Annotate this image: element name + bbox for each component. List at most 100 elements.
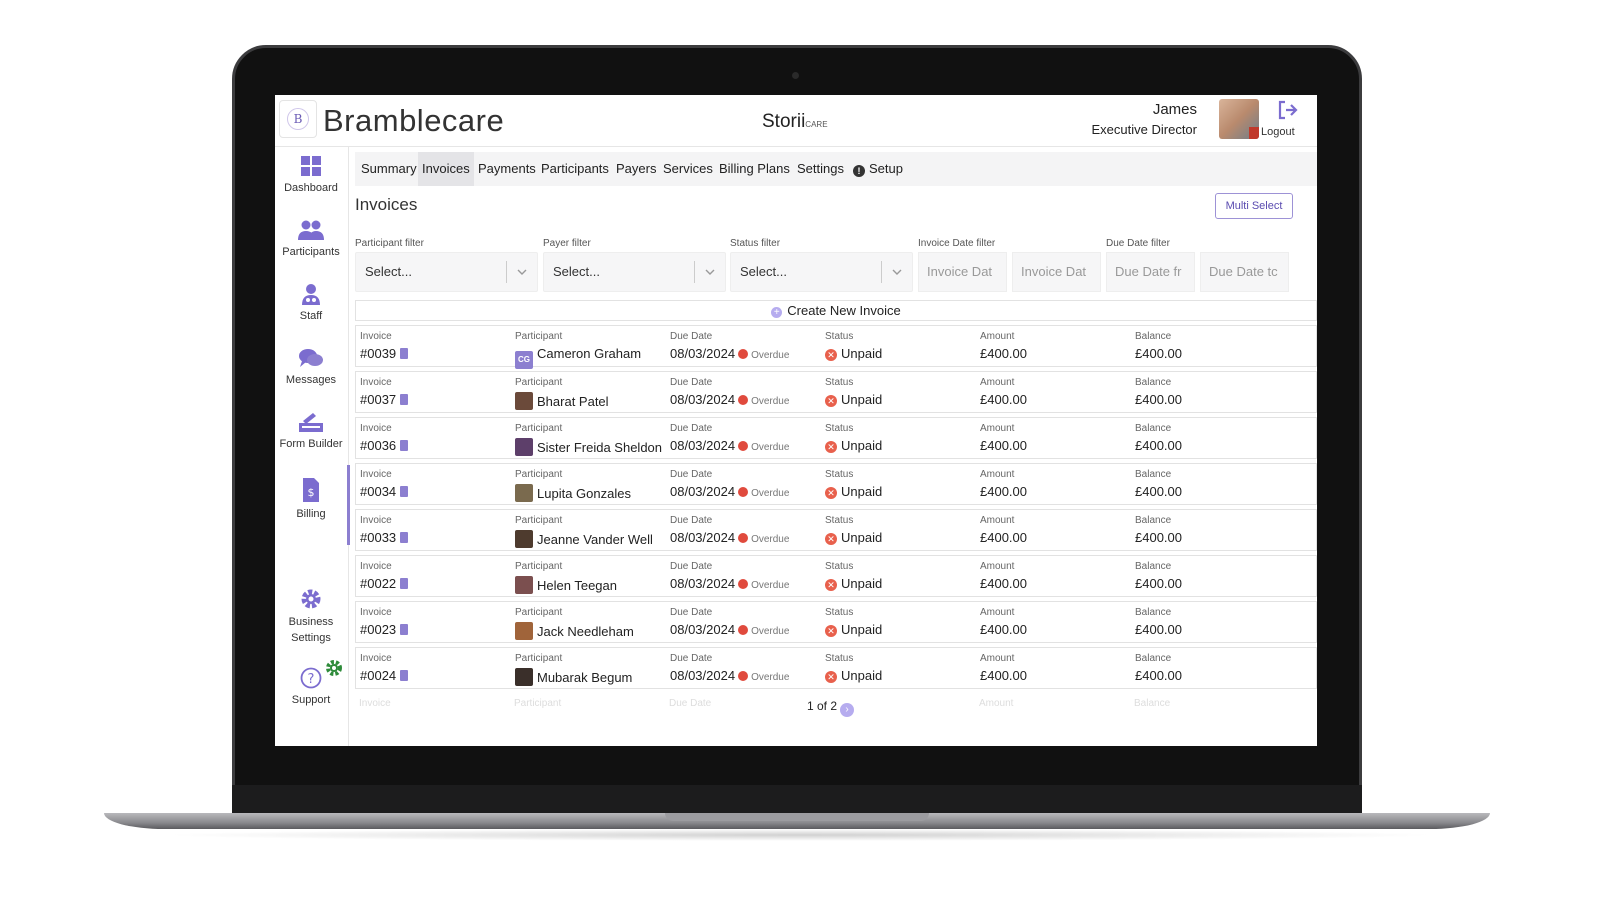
- balance-value: £400.00: [1135, 622, 1182, 637]
- next-page-button[interactable]: ›: [840, 703, 855, 717]
- unpaid-icon: ✕: [825, 625, 837, 637]
- invoice-number[interactable]: #0024: [360, 668, 409, 683]
- column-label: Balance: [1135, 515, 1172, 526]
- user-avatar[interactable]: [1219, 99, 1259, 139]
- due-date-from-input[interactable]: Due Date fr: [1106, 252, 1195, 292]
- column-label: Balance: [1135, 607, 1172, 618]
- invoice-row[interactable]: Invoice #0039 Participant CG Cameron Graham D…: [355, 325, 1317, 369]
- participant-link[interactable]: Mubarak Begum: [515, 668, 632, 686]
- column-label: Participant: [515, 561, 563, 572]
- invoice-number[interactable]: #0023: [360, 622, 409, 637]
- sidebar-item-dashboard[interactable]: Dashboard: [275, 155, 347, 194]
- invoice-number[interactable]: #0022: [360, 576, 409, 591]
- status-text: Unpaid: [841, 622, 883, 637]
- due-date-to-input[interactable]: Due Date tc: [1200, 252, 1289, 292]
- column-label: Amount: [980, 653, 1015, 664]
- avatar: CG: [515, 351, 533, 369]
- participant-link[interactable]: Jeanne Vander Well: [515, 530, 653, 548]
- column-label: Invoice: [360, 607, 392, 618]
- overdue-badge: Overdue: [751, 396, 790, 407]
- chevron-down-icon: [517, 269, 527, 275]
- invoice-number[interactable]: #0039: [360, 346, 409, 361]
- invoice-number-text: #0034: [360, 484, 397, 499]
- invoice-date-to-input[interactable]: Invoice Dat: [1012, 252, 1101, 292]
- tab-billing-plans[interactable]: Billing Plans: [715, 152, 794, 186]
- participant-filter-select[interactable]: Select...: [355, 252, 538, 292]
- invoice-row[interactable]: Invoice #0034 Participant Lupita Gonzales Du…: [355, 463, 1317, 505]
- tab-invoices[interactable]: Invoices: [418, 152, 474, 186]
- invoice-number[interactable]: #0036: [360, 438, 409, 453]
- invoice-number[interactable]: #0034: [360, 484, 409, 499]
- status-filter-select[interactable]: Select...: [730, 252, 913, 292]
- ghost-label: Invoice: [359, 698, 391, 709]
- column-label: Participant: [515, 331, 563, 342]
- column-label: Balance: [1135, 469, 1172, 480]
- due-date-value: 08/03/2024 Overdue: [670, 484, 789, 499]
- participant-link[interactable]: Helen Teegan: [515, 576, 617, 594]
- avatar: [515, 530, 533, 548]
- invoice-row[interactable]: Invoice #0033 Participant Jeanne Vander Wel…: [355, 509, 1317, 551]
- sidebar-item-business-settings[interactable]: Business Settings: [275, 587, 347, 644]
- column-label: Status: [825, 607, 854, 618]
- sidebar-item-messages[interactable]: Messages: [275, 347, 347, 386]
- logo-mark: B: [287, 108, 309, 130]
- payer-filter-select[interactable]: Select...: [543, 252, 726, 292]
- document-icon: [400, 670, 409, 681]
- tab-payments[interactable]: Payments: [474, 152, 540, 186]
- sidebar-item-form-builder[interactable]: Form Builder: [275, 411, 347, 450]
- overdue-badge: Overdue: [751, 488, 790, 499]
- create-invoice-button[interactable]: + Create New Invoice: [355, 300, 1317, 321]
- due-date-text: 08/03/2024: [670, 346, 736, 361]
- avatar: [515, 668, 533, 686]
- user-role: Executive Director: [1091, 122, 1197, 137]
- ghost-label: Participant: [514, 698, 562, 709]
- participant-name: Cameron Graham: [537, 346, 642, 361]
- invoice-row[interactable]: Invoice #0036 Participant Sister Freida She…: [355, 417, 1317, 459]
- participant-link[interactable]: Sister Freida Sheldon: [515, 438, 662, 456]
- amount-value: £400.00: [980, 346, 1027, 361]
- invoice-row[interactable]: Invoice #0037 Participant Bharat Patel Due D…: [355, 371, 1317, 413]
- tab-services[interactable]: Services: [659, 152, 717, 186]
- participant-link[interactable]: Jack Needleham: [515, 622, 634, 640]
- tab-setup[interactable]: ! Setup: [849, 152, 907, 186]
- due-date-text: 08/03/2024: [670, 392, 736, 407]
- invoice-number-text: #0023: [360, 622, 397, 637]
- unpaid-icon: ✕: [825, 671, 837, 683]
- due-date-text: 08/03/2024: [670, 576, 736, 591]
- column-label: Participant: [515, 607, 563, 618]
- column-label: Balance: [1135, 561, 1172, 572]
- tab-summary[interactable]: Summary: [357, 152, 421, 186]
- participant-link[interactable]: CG Cameron Graham: [515, 346, 641, 369]
- logout-icon[interactable]: [1276, 99, 1300, 121]
- multi-select-button[interactable]: Multi Select: [1215, 193, 1293, 219]
- help-icon: ?: [300, 667, 322, 689]
- invoice-date-from-input[interactable]: Invoice Dat: [918, 252, 1007, 292]
- sidebar-item-staff[interactable]: Staff: [275, 283, 347, 322]
- sidebar-item-support[interactable]: ? Support: [275, 667, 347, 706]
- invoice-row[interactable]: Invoice #0022 Participant Helen Teegan Due D…: [355, 555, 1317, 597]
- column-label: Status: [825, 561, 854, 572]
- status-filter-label: Status filter: [730, 238, 781, 249]
- invoice-row[interactable]: Invoice #0023 Participant Jack Needleham Due…: [355, 601, 1317, 643]
- status-text: Unpaid: [841, 530, 883, 545]
- unpaid-icon: ✕: [825, 395, 837, 407]
- participant-link[interactable]: Lupita Gonzales: [515, 484, 631, 502]
- tab-settings[interactable]: Settings: [793, 152, 848, 186]
- alarm-clock-icon: [738, 441, 749, 451]
- tab-participants[interactable]: Participants: [537, 152, 613, 186]
- invoice-number[interactable]: #0037: [360, 392, 409, 407]
- invoice-row[interactable]: Invoice #0024 Participant Mubarak Begum Due …: [355, 647, 1317, 689]
- ghost-label: Amount: [979, 698, 1014, 709]
- status-value: ✕ Unpaid: [825, 576, 882, 591]
- logout-button[interactable]: Logout: [1261, 126, 1295, 138]
- document-icon: [400, 394, 409, 405]
- logo[interactable]: B: [279, 100, 317, 138]
- tab-payers[interactable]: Payers: [612, 152, 660, 186]
- sidebar-item-billing[interactable]: $ Billing: [275, 477, 347, 520]
- invoice-number[interactable]: #0033: [360, 530, 409, 545]
- document-icon: [400, 578, 409, 589]
- sidebar-item-participants[interactable]: Participants: [275, 219, 347, 258]
- invoice-number-text: #0036: [360, 438, 397, 453]
- unpaid-icon: ✕: [825, 349, 837, 361]
- participant-link[interactable]: Bharat Patel: [515, 392, 609, 410]
